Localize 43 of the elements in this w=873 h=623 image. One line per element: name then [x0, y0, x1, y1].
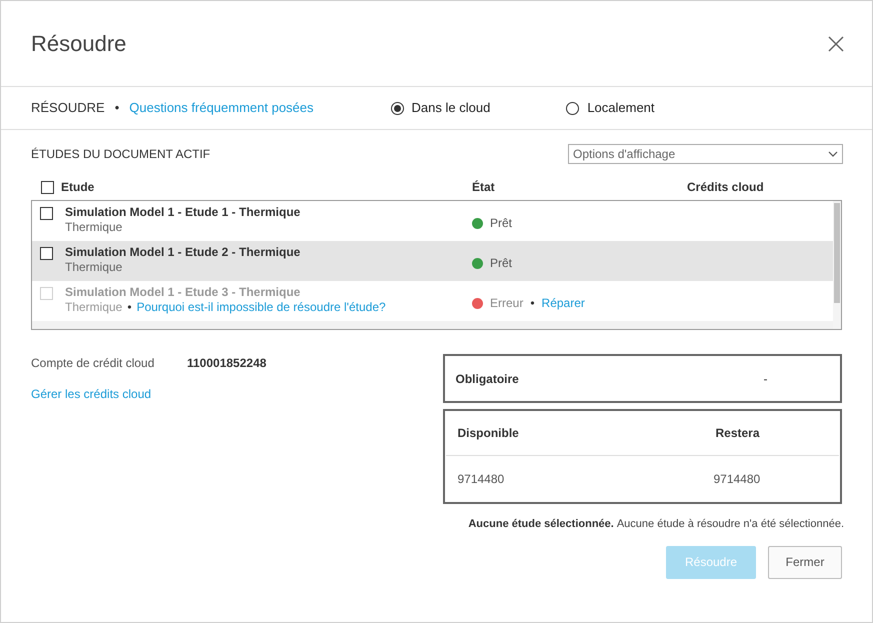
remaining-value: 9714480	[713, 471, 760, 488]
display-options-dropdown[interactable]: Options d'affichage	[568, 144, 843, 164]
column-header: Disponible	[456, 425, 520, 442]
checkbox[interactable]	[40, 207, 53, 220]
radio-button[interactable]	[566, 102, 580, 114]
column-header: Etude	[61, 179, 94, 196]
column-header: État	[472, 179, 496, 196]
study-type: Thermique	[65, 220, 122, 235]
status-text: Erreur	[490, 295, 524, 312]
study-name: Simulation Model 1 - Etude 3 - Thermique	[65, 285, 302, 300]
radio-button[interactable]	[390, 102, 404, 114]
scrollbar[interactable]	[833, 201, 841, 329]
study-type: Thermique	[65, 300, 122, 315]
column-header: Restera	[715, 425, 760, 442]
separator-dot: •	[127, 300, 132, 315]
message-text: Aucune étude à résoudre n'a été sélectionnée.	[616, 517, 844, 532]
separator-dot: •	[114, 99, 120, 118]
study-name: Simulation Model 1 - Etude 2 - Thermique	[65, 245, 300, 260]
status-text: Prêt	[490, 215, 512, 232]
section-label: RÉSOUDRE	[31, 99, 105, 118]
account-number: 110001852248	[187, 355, 266, 372]
section-heading: ÉTUDES DU DOCUMENT ACTIF	[31, 146, 210, 163]
chevron-down-icon	[828, 151, 838, 157]
column-header: Crédits cloud	[687, 179, 764, 196]
checkbox[interactable]	[40, 247, 53, 260]
account-label: Compte de crédit cloud	[31, 355, 156, 372]
study-name: Simulation Model 1 - Etude 1 - Thermique	[65, 205, 300, 220]
close-icon[interactable]	[828, 36, 844, 52]
faq-link[interactable]: Questions fréquemment posées	[129, 98, 314, 118]
radio-label: Dans le cloud	[412, 99, 490, 118]
separator-dot: •	[530, 295, 535, 312]
study-row[interactable]: Simulation Model 1 - Etude 2 - Thermique Thermique Prêt	[32, 241, 833, 281]
status-text: Prêt	[490, 255, 512, 272]
required-label: Obligatoire	[454, 370, 520, 388]
checkbox[interactable]	[41, 180, 54, 194]
radio-label: Localement	[587, 99, 655, 118]
message-title: Aucune étude sélectionnée.	[468, 517, 614, 532]
close-button[interactable]: Fermer	[768, 546, 842, 578]
required-value: -	[763, 370, 768, 388]
dialog-title: Résoudre	[31, 30, 126, 58]
available-value: 9714480	[456, 471, 506, 488]
study-type: Thermique	[65, 260, 122, 275]
manage-credits-link[interactable]: Gérer les crédits cloud	[31, 385, 152, 403]
